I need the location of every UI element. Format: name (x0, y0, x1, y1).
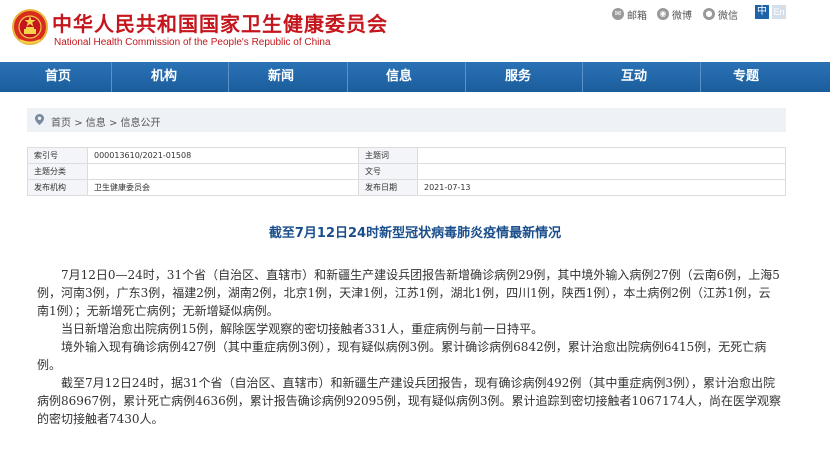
share-wechat[interactable]: ● 微信 (703, 7, 738, 22)
topic-category-value (87, 163, 359, 180)
article-paragraph: 截至7月12日24时，据31个省（自治区、直辖市）和新疆生产建设兵团报告，现有确… (37, 376, 781, 426)
nav-divider (111, 62, 112, 92)
nav-divider (465, 62, 466, 92)
email-icon: ✉ (612, 8, 624, 20)
share-weibo[interactable]: ◉ 微博 (657, 7, 692, 22)
table-row: 主题分类 文号 (27, 163, 786, 180)
subject-words-value (417, 147, 786, 164)
nav-divider (700, 62, 701, 92)
nav-divider (582, 62, 583, 92)
share-email[interactable]: ✉ 邮箱 (612, 7, 647, 22)
article-body: 7月12日0—24时，31个省（自治区、直辖市）和新疆生产建设兵团报告新增确诊病… (37, 266, 782, 428)
nav-divider (228, 62, 229, 92)
article-title: 截至7月12日24时新型冠状病毒肺炎疫情最新情况 (268, 226, 562, 241)
national-emblem-icon (12, 9, 48, 45)
table-row: 索引号 000013610/2021-01508 主题词 (27, 147, 786, 164)
publisher-value: 卫生健康委员会 (87, 179, 359, 196)
breadcrumb: 首页 > 信息 > 信息公开 (27, 108, 786, 132)
share-wechat-label: 微信 (718, 10, 738, 22)
breadcrumb-information[interactable]: 信息 (86, 118, 106, 129)
breadcrumb-info-disclosure[interactable]: 信息公开 (121, 118, 161, 129)
article-paragraph: 境外输入现有确诊病例427例（其中重症病例3例），现有疑似病例3例。累计确诊病例… (37, 340, 767, 372)
nav-item-news[interactable]: 新闻 (268, 62, 294, 92)
location-pin-icon (35, 114, 44, 125)
subject-words-label: 主题词 (358, 147, 418, 164)
lang-zh-button[interactable]: 中 (755, 5, 769, 19)
nav-divider (347, 62, 348, 92)
share-weibo-label: 微博 (672, 10, 692, 22)
publish-date-label: 发布日期 (358, 179, 418, 196)
article-paragraph: 7月12日0—24时，31个省（自治区、直辖市）和新疆生产建设兵团报告新增确诊病… (37, 268, 780, 318)
share-email-label: 邮箱 (627, 10, 647, 22)
index-number-label: 索引号 (27, 147, 88, 164)
site-header: 中华人民共和国国家卫生健康委员会 National Health Commiss… (0, 0, 830, 62)
metadata-table: 索引号 000013610/2021-01508 主题词 主题分类 文号 发布机… (27, 147, 786, 196)
breadcrumb-separator: > (108, 118, 118, 129)
nav-item-topics[interactable]: 专题 (733, 62, 759, 92)
nav-item-services[interactable]: 服务 (505, 62, 531, 92)
site-title[interactable]: 中华人民共和国国家卫生健康委员会 (52, 8, 388, 37)
nav-item-home[interactable]: 首页 (45, 62, 71, 92)
article-paragraph: 当日新增治愈出院病例15例，解除医学观察的密切接触者331人，重症病例与前一日持… (61, 322, 544, 336)
lang-en-button[interactable]: En (772, 5, 786, 19)
table-row: 发布机构 卫生健康委员会 发布日期 2021-07-13 (27, 179, 786, 196)
document-number-value (417, 163, 786, 180)
nav-item-organization[interactable]: 机构 (151, 62, 177, 92)
topic-category-label: 主题分类 (27, 163, 88, 180)
wechat-icon: ● (703, 8, 715, 20)
index-number-value: 000013610/2021-01508 (87, 147, 359, 164)
main-nav: 首页 机构 新闻 信息 服务 互动 专题 (0, 62, 830, 92)
nav-item-information[interactable]: 信息 (386, 62, 412, 92)
publisher-label: 发布机构 (27, 179, 88, 196)
breadcrumb-separator: > (74, 118, 83, 129)
document-number-label: 文号 (358, 163, 418, 180)
site-subtitle: National Health Commission of the People… (54, 37, 331, 48)
nav-item-interaction[interactable]: 互动 (621, 62, 647, 92)
publish-date-value: 2021-07-13 (417, 179, 786, 196)
breadcrumb-home[interactable]: 首页 (51, 118, 71, 129)
weibo-icon: ◉ (657, 8, 669, 20)
